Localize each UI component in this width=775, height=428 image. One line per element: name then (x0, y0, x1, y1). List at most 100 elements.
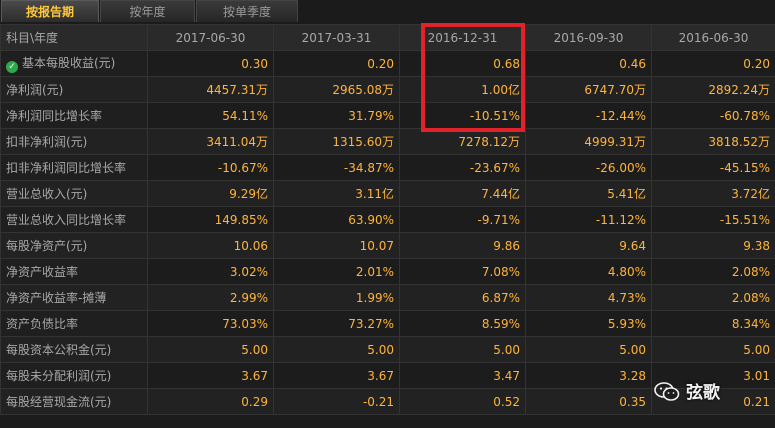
table-cell: 2965.08万 (273, 76, 400, 103)
table-cell: 8.59% (399, 310, 526, 337)
table-cell: -34.87% (273, 154, 400, 181)
column-header[interactable]: 2017-06-30 (147, 24, 274, 51)
row-label[interactable]: 营业总收入同比增长率 (0, 206, 148, 233)
financial-table: 科目\年度 2017-06-30 2017-03-31 2016-12-31 2… (0, 24, 775, 415)
header-row: 科目\年度 2017-06-30 2017-03-31 2016-12-31 2… (0, 24, 775, 51)
row-label[interactable]: 资产负债比率 (0, 310, 148, 337)
table-cell: 9.64 (525, 232, 652, 259)
watermark-text: 弦歌 (686, 383, 720, 403)
table-cell: 0.68 (399, 50, 526, 77)
table-cell: 3.11亿 (273, 180, 400, 207)
table-row: 营业总收入同比增长率 149.85% 63.90% -9.71% -11.12% -15.… (0, 206, 775, 233)
row-label[interactable]: 扣非净利润(元) (0, 128, 148, 155)
row-label-text: 扣非净利润(元) (6, 135, 88, 149)
table-cell: 0.20 (651, 50, 775, 77)
table-cell: 5.93% (525, 310, 652, 337)
table-cell: -45.15% (651, 154, 775, 181)
row-label[interactable]: 净资产收益率 (0, 258, 148, 285)
row-label-text: 净利润同比增长率 (6, 109, 103, 123)
table-cell: 0.46 (525, 50, 652, 77)
table-cell: 4457.31万 (147, 76, 274, 103)
tab-bar: 按报告期 按年度 按单季度 (0, 0, 775, 24)
row-label-text: 每股经营现金流(元) (6, 395, 112, 409)
table-cell: 5.00 (399, 336, 526, 363)
table-cell: 3818.52万 (651, 128, 775, 155)
row-label-text: 每股未分配利润(元) (6, 369, 112, 383)
watermark: 弦歌 (654, 378, 720, 408)
table-cell: 2.99% (147, 284, 274, 311)
row-label[interactable]: ✓ 基本每股收益(元) (0, 50, 148, 77)
row-label[interactable]: 每股经营现金流(元) (0, 388, 148, 415)
table-row: 净资产收益率-摊薄 2.99% 1.99% 6.87% 4.73% 2.08% (0, 284, 775, 311)
row-label-text: 营业总收入同比增长率 (6, 213, 127, 227)
row-label[interactable]: 净利润同比增长率 (0, 102, 148, 129)
row-label-text: 净资产收益率 (6, 265, 79, 279)
table-cell: 4999.31万 (525, 128, 652, 155)
tab-by-year[interactable]: 按年度 (100, 0, 195, 22)
row-label-text: 净资产收益率-摊薄 (6, 291, 107, 305)
table-cell: 149.85% (147, 206, 274, 233)
table-cell: 0.52 (399, 388, 526, 415)
table-cell: 73.03% (147, 310, 274, 337)
table-row: 扣非净利润(元) 3411.04万 1315.60万 7278.12万 4999.31万… (0, 128, 775, 155)
row-label[interactable]: 扣非净利润同比增长率 (0, 154, 148, 181)
row-label[interactable]: 净资产收益率-摊薄 (0, 284, 148, 311)
table-cell: -10.67% (147, 154, 274, 181)
table-cell: 3.72亿 (651, 180, 775, 207)
row-label[interactable]: 营业总收入(元) (0, 180, 148, 207)
table-cell: 3.47 (399, 362, 526, 389)
table-cell: 3.02% (147, 258, 274, 285)
column-header[interactable]: 2016-09-30 (525, 24, 652, 51)
table-cell: 0.29 (147, 388, 274, 415)
table-cell: 3.67 (273, 362, 400, 389)
table-cell: 2.08% (651, 284, 775, 311)
table-cell: 1.00亿 (399, 76, 526, 103)
column-header[interactable]: 2016-12-31 (399, 24, 526, 51)
table-cell: 3.67 (147, 362, 274, 389)
table-cell: 3411.04万 (147, 128, 274, 155)
table-row: 资产负债比率 73.03% 73.27% 8.59% 5.93% 8.34% (0, 310, 775, 337)
table-cell: 10.06 (147, 232, 274, 259)
table-row: ✓ 基本每股收益(元) 0.30 0.20 0.68 0.46 0.20 (0, 50, 775, 77)
table-cell: -0.21 (273, 388, 400, 415)
table-cell: 6747.70万 (525, 76, 652, 103)
table-cell: 9.29亿 (147, 180, 274, 207)
row-label[interactable]: 每股资本公积金(元) (0, 336, 148, 363)
table-row: 净利润同比增长率 54.11% 31.79% -10.51% -12.44% -60.78… (0, 102, 775, 129)
table-cell: -12.44% (525, 102, 652, 129)
table-cell: 7278.12万 (399, 128, 526, 155)
row-label[interactable]: 净利润(元) (0, 76, 148, 103)
table-cell: 1315.60万 (273, 128, 400, 155)
table-cell: 7.08% (399, 258, 526, 285)
table-row: 每股资本公积金(元) 5.00 5.00 5.00 5.00 5.00 (0, 336, 775, 363)
table-cell: 5.00 (651, 336, 775, 363)
row-label-text: 净利润(元) (6, 83, 64, 97)
table-cell: 0.35 (525, 388, 652, 415)
column-header[interactable]: 2016-06-30 (651, 24, 775, 51)
table-row: 扣非净利润同比增长率 -10.67% -34.87% -23.67% -26.00% -4… (0, 154, 775, 181)
column-header[interactable]: 2017-03-31 (273, 24, 400, 51)
table-cell: -15.51% (651, 206, 775, 233)
table-cell: 7.44亿 (399, 180, 526, 207)
table-row: 净利润(元) 4457.31万 2965.08万 1.00亿 6747.70万 2892.… (0, 76, 775, 103)
table-cell: 73.27% (273, 310, 400, 337)
table-cell: 9.86 (399, 232, 526, 259)
table-cell: -11.12% (525, 206, 652, 233)
table-cell: 8.34% (651, 310, 775, 337)
table-row: 净资产收益率 3.02% 2.01% 7.08% 4.80% 2.08% (0, 258, 775, 285)
row-label[interactable]: 每股未分配利润(元) (0, 362, 148, 389)
row-label[interactable]: 每股净资产(元) (0, 232, 148, 259)
financial-table-container: 科目\年度 2017-06-30 2017-03-31 2016-12-31 2… (0, 24, 775, 428)
table-cell: 63.90% (273, 206, 400, 233)
wechat-icon (654, 382, 680, 401)
tab-by-quarter[interactable]: 按单季度 (196, 0, 298, 22)
row-label-text: 每股资本公积金(元) (6, 343, 112, 357)
table-cell: 0.30 (147, 50, 274, 77)
table-cell: 3.28 (525, 362, 652, 389)
table-cell: -10.51% (399, 102, 526, 129)
corner-header: 科目\年度 (0, 24, 148, 51)
tab-by-report-period[interactable]: 按报告期 (1, 0, 99, 22)
row-label-text: 每股净资产(元) (6, 239, 88, 253)
table-cell: 0.20 (273, 50, 400, 77)
table-cell: -9.71% (399, 206, 526, 233)
